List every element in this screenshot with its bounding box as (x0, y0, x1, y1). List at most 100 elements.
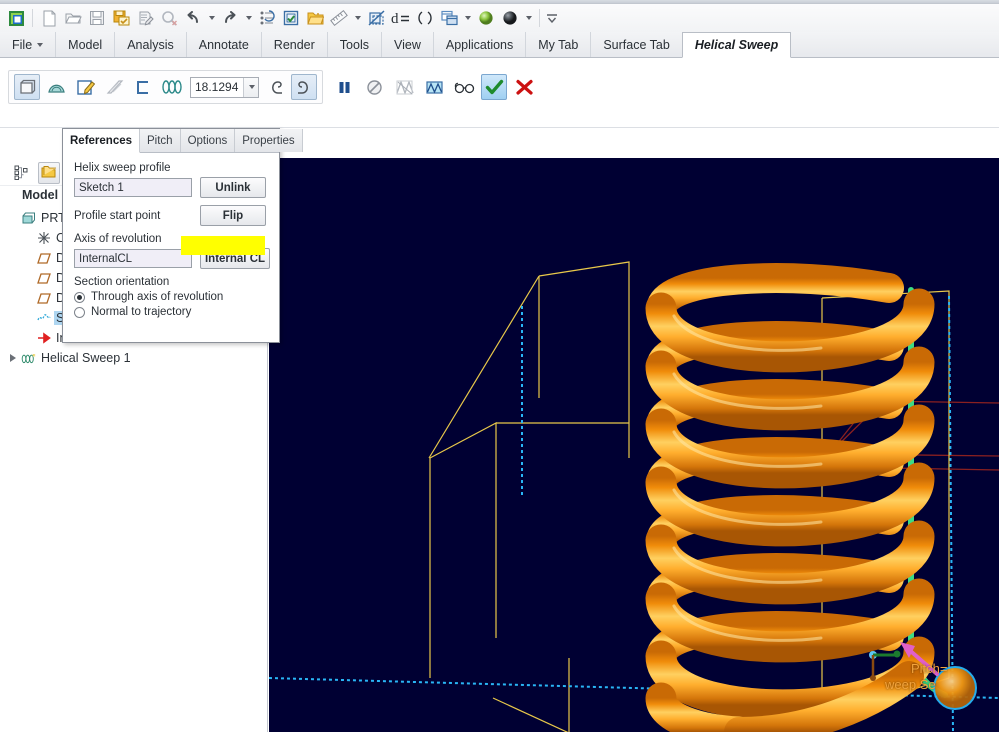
graphics-viewport[interactable]: Pitch= weep Se (269, 158, 999, 732)
spacer (74, 198, 270, 205)
creo-logo-icon[interactable] (5, 7, 27, 29)
tab-view[interactable]: View (381, 32, 433, 57)
pitch-dropdown-icon[interactable] (243, 78, 258, 97)
helix-profile-input[interactable] (74, 178, 192, 197)
no-preview-icon[interactable] (391, 74, 417, 100)
remove-material-icon[interactable] (130, 74, 156, 100)
viewport-scene (269, 158, 999, 732)
preview-icon[interactable] (421, 74, 447, 100)
window-dropdown-icon[interactable] (462, 7, 473, 29)
sweep-section-annotation: weep Se (885, 677, 936, 692)
radio-normal-to-trajectory[interactable]: Normal to trajectory (74, 306, 270, 318)
tree-item-helical-sweep[interactable]: Helical Sweep 1 (0, 348, 267, 368)
datum-plane-icon (36, 271, 51, 286)
tab-file[interactable]: File (0, 32, 55, 57)
thicken-icon[interactable] (101, 74, 127, 100)
hidden-line-icon[interactable] (365, 7, 387, 29)
open-icon[interactable] (62, 7, 84, 29)
chevron-down-icon (37, 43, 43, 47)
tab-tools[interactable]: Tools (327, 32, 381, 57)
section-orientation-label: Section orientation (74, 276, 270, 288)
tab-helical-sweep[interactable]: Helical Sweep (682, 32, 791, 58)
spacer (74, 226, 270, 233)
regenerate-icon[interactable] (280, 7, 302, 29)
helical-sweep-shape-group (8, 70, 323, 104)
unlink-button[interactable]: Unlink (200, 177, 266, 198)
datum-plane-icon (36, 291, 51, 306)
close-window-icon[interactable] (158, 7, 180, 29)
solid-icon[interactable] (14, 74, 40, 100)
radio-through-axis[interactable]: Through axis of revolution (74, 291, 270, 303)
csys-icon (36, 231, 51, 246)
pitch-annotation: Pitch= (911, 661, 948, 676)
pitch-icon[interactable] (159, 74, 185, 100)
appearance-dark-icon[interactable] (499, 7, 521, 29)
axis-of-revolution-input[interactable] (74, 249, 192, 268)
toolbar-separator-2 (539, 9, 540, 27)
part-icon (21, 211, 36, 226)
radio-through-axis-button[interactable] (74, 292, 85, 303)
save-a-copy-icon[interactable] (110, 7, 132, 29)
flip-button[interactable]: Flip (200, 205, 266, 226)
tab-applications[interactable]: Applications (433, 32, 525, 57)
save-icon[interactable] (86, 7, 108, 29)
folder-browser-icon[interactable] (38, 162, 60, 184)
sketch-edit-icon[interactable] (72, 74, 98, 100)
tab-surface-tab[interactable]: Surface Tab (590, 32, 681, 57)
datum-plane-icon (36, 251, 51, 266)
dimension-icon[interactable]: d (389, 7, 412, 29)
panel-tab-strip: References Pitch Options Properties (63, 129, 279, 153)
spring-coils (661, 304, 919, 732)
redo-icon[interactable] (219, 7, 241, 29)
helical-sweep-icon (21, 351, 36, 366)
panel-tab-properties[interactable]: Properties (235, 129, 302, 152)
tab-annotate[interactable]: Annotate (186, 32, 261, 57)
profile-start-point-row: Profile start point Flip (74, 205, 270, 226)
open-folder-icon[interactable] (304, 7, 326, 29)
appearance-green-icon[interactable] (475, 7, 497, 29)
undo-dropdown-icon[interactable] (206, 7, 217, 29)
resume-icon[interactable] (361, 74, 387, 100)
panel-tab-references[interactable]: References (63, 129, 140, 153)
tab-my-tab[interactable]: My Tab (525, 32, 590, 57)
surface-icon[interactable] (43, 74, 69, 100)
helix-profile-row: Unlink (74, 177, 270, 198)
tab-analysis[interactable]: Analysis (114, 32, 186, 57)
model-tree-icon[interactable] (10, 162, 32, 184)
tab-file-label: File (12, 38, 32, 52)
spacer (74, 269, 270, 276)
tree-item-helical-sweep-label: Helical Sweep 1 (39, 351, 133, 365)
dashboard-action-group (328, 70, 540, 104)
chevron-right-icon[interactable] (10, 354, 16, 362)
toolbar-separator-1 (32, 9, 33, 27)
creo-parametric-window: PRT0900 (Active) - Cre (0, 0, 999, 732)
tab-model[interactable]: Model (55, 32, 114, 57)
measure-icon[interactable] (328, 7, 350, 29)
parameters-icon[interactable] (414, 7, 436, 29)
panel-tab-options[interactable]: Options (181, 129, 236, 152)
measure-dropdown-icon[interactable] (352, 7, 363, 29)
tab-render[interactable]: Render (261, 32, 327, 57)
new-icon[interactable] (38, 7, 60, 29)
panel-tab-pitch[interactable]: Pitch (140, 129, 181, 152)
pitch-value-field[interactable] (190, 77, 259, 98)
pitch-input[interactable] (191, 78, 243, 97)
print-icon[interactable] (134, 7, 156, 29)
qat-overflow-icon[interactable] (545, 7, 559, 29)
flip-highlight-annotation (181, 236, 265, 255)
radio-dot (77, 295, 82, 300)
undo-icon[interactable] (182, 7, 204, 29)
appearance-dropdown-icon[interactable] (523, 7, 534, 29)
ribbon-body (0, 58, 999, 128)
cancel-icon[interactable] (511, 74, 537, 100)
radio-normal-to-trajectory-button[interactable] (74, 307, 85, 318)
redo-dropdown-icon[interactable] (243, 7, 254, 29)
glasses-icon[interactable] (451, 74, 477, 100)
regenerate-list-icon[interactable] (256, 7, 278, 29)
left-handed-icon[interactable] (262, 74, 288, 100)
window-display-icon[interactable] (438, 7, 460, 29)
accept-icon[interactable] (481, 74, 507, 100)
sketch-icon (36, 311, 51, 326)
right-handed-icon[interactable] (291, 74, 317, 100)
pause-icon[interactable] (331, 74, 357, 100)
